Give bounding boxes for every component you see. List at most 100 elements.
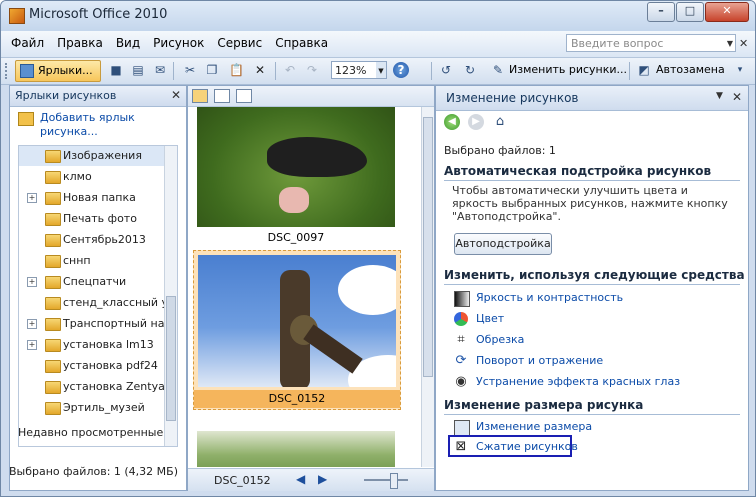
- window-controls: – □ ✕: [646, 2, 749, 22]
- recently-viewed-item[interactable]: Недавно просмотренные: [18, 426, 163, 439]
- menu-picture[interactable]: Рисунок: [153, 36, 204, 50]
- red-eye-link[interactable]: ◉ Устранение эффекта красных глаз: [454, 373, 734, 391]
- chevron-down-icon[interactable]: ▼: [376, 62, 386, 78]
- close-button[interactable]: ✕: [705, 2, 749, 22]
- zoom-slider[interactable]: [364, 473, 408, 489]
- menu-view[interactable]: Вид: [116, 36, 140, 50]
- filmstrip-scrollbar[interactable]: [421, 107, 434, 467]
- tree-item[interactable]: Сентябрь2013: [19, 230, 165, 250]
- auto-correct-button[interactable]: Автоподстройка: [454, 233, 552, 255]
- tree-scrollbar[interactable]: [164, 146, 177, 446]
- menu: Файл Правка Вид Рисунок Сервис Справка: [11, 36, 341, 50]
- tree-item[interactable]: установка Zentyal: [19, 377, 168, 397]
- menu-tools[interactable]: Сервис: [217, 36, 262, 50]
- close-icon[interactable]: ✕: [732, 90, 742, 104]
- zoom-value: 123%: [335, 64, 367, 77]
- undo-icon[interactable]: ↶: [283, 63, 297, 77]
- toolbar-separator: [629, 62, 630, 80]
- folder-icon: [45, 192, 61, 205]
- selected-thumbnail[interactable]: DSC_0152: [193, 250, 401, 410]
- section-divider: [444, 180, 740, 181]
- paste-icon[interactable]: 📋: [229, 63, 244, 77]
- thumbnail-caption: DSC_0152: [194, 390, 400, 408]
- back-icon[interactable]: ◀: [444, 114, 460, 130]
- chevron-down-icon[interactable]: ▼: [716, 91, 723, 101]
- next-icon[interactable]: ▶: [318, 472, 327, 486]
- app-window: Microsoft Office 2010 – □ ✕ Файл Правка …: [0, 0, 756, 497]
- tree-item[interactable]: установка pdf24: [19, 356, 165, 376]
- pane-header: Ярлыки рисунков ✕: [10, 86, 186, 107]
- save-icon[interactable]: ■: [109, 63, 123, 77]
- thumbnail-image[interactable]: [197, 431, 395, 467]
- task-pane-header: Изменение рисунков ▼ ✕: [436, 86, 748, 111]
- slider-handle[interactable]: [390, 473, 398, 489]
- expand-icon[interactable]: +: [27, 319, 37, 329]
- delete-icon[interactable]: ✕: [253, 63, 267, 77]
- status-text: Выбрано файлов: 1 (4,32 МБ): [9, 465, 179, 478]
- single-picture-view-icon[interactable]: [236, 89, 252, 103]
- cut-icon[interactable]: ✂: [183, 63, 197, 77]
- zoom-select[interactable]: 123% ▼: [331, 61, 387, 79]
- shortcuts-button[interactable]: Ярлыки...: [15, 60, 101, 82]
- ask-question-placeholder: Введите вопрос: [571, 37, 664, 50]
- task-pane-nav: ◀ ▶ ⌂: [444, 114, 516, 130]
- tree-item[interactable]: сннп: [19, 251, 165, 271]
- minimize-button[interactable]: –: [647, 2, 675, 22]
- tree-item[interactable]: Печать фото: [19, 209, 165, 229]
- folder-icon: [45, 150, 61, 163]
- view-switcher: [188, 86, 434, 107]
- ask-question-input[interactable]: Введите вопрос ▼: [566, 34, 736, 52]
- auto-adjust-description: Чтобы автоматически улучшить цвета и ярк…: [452, 184, 728, 223]
- thumbnail-image[interactable]: [197, 107, 395, 227]
- eye-icon: ◉: [455, 374, 467, 389]
- rotate-flip-link[interactable]: ⟳ Поворот и отражение: [454, 352, 734, 370]
- tree-item[interactable]: стенд_классный уг: [19, 293, 174, 313]
- autocorrect-button[interactable]: Автозамена: [656, 63, 725, 76]
- tree-item[interactable]: Эртиль_музей: [19, 398, 165, 418]
- maximize-button[interactable]: □: [676, 2, 704, 22]
- rotate-left-icon[interactable]: ↺: [439, 63, 453, 77]
- crop-link[interactable]: ⌗ Обрезка: [454, 331, 734, 349]
- thumbnail-view-icon[interactable]: [192, 89, 208, 103]
- menubar-close-icon[interactable]: ✕: [739, 37, 748, 50]
- task-pane-title: Изменение рисунков: [446, 91, 579, 105]
- compress-pictures-link[interactable]: ⊠ Сжатие рисунков: [454, 438, 734, 456]
- menu-bar: Файл Правка Вид Рисунок Сервис Справка В…: [1, 31, 755, 58]
- chevron-down-icon[interactable]: ▼: [727, 35, 733, 53]
- print-icon[interactable]: ▤: [131, 63, 145, 77]
- scrollbar-thumb[interactable]: [166, 296, 176, 421]
- scrollbar-thumb[interactable]: [423, 117, 433, 377]
- tree-item[interactable]: + Новая папка: [19, 188, 165, 208]
- toolbar-grip[interactable]: [5, 63, 10, 79]
- menu-file[interactable]: Файл: [11, 36, 44, 50]
- help-icon[interactable]: ?: [393, 62, 409, 78]
- close-icon[interactable]: ✕: [171, 88, 181, 102]
- tree-item[interactable]: клмо: [19, 167, 165, 187]
- tree-item[interactable]: + Транспортный нал: [19, 314, 171, 334]
- previous-icon[interactable]: ◀: [296, 472, 305, 486]
- rotate-icon: ⟳: [455, 353, 467, 368]
- copy-icon[interactable]: ❐: [205, 63, 219, 77]
- expand-icon[interactable]: +: [27, 340, 37, 350]
- forward-icon[interactable]: ▶: [468, 114, 484, 130]
- home-icon[interactable]: ⌂: [492, 114, 508, 130]
- edit-pictures-button[interactable]: Изменить рисунки...: [509, 63, 627, 76]
- expand-icon[interactable]: +: [27, 277, 37, 287]
- tree-item[interactable]: + установка lm13: [19, 335, 165, 355]
- rotate-right-icon[interactable]: ↻: [463, 63, 477, 77]
- resize-link[interactable]: Изменение размера: [454, 418, 734, 436]
- thumbnail-list: DSC_0097 DSC_0152: [188, 107, 420, 467]
- filmstrip-view-icon[interactable]: [214, 89, 230, 103]
- redo-icon[interactable]: ↷: [305, 63, 319, 77]
- autocorrect-icon: ◩: [638, 63, 650, 77]
- brightness-contrast-link[interactable]: Яркость и контрастность: [454, 289, 734, 307]
- menu-edit[interactable]: Правка: [57, 36, 103, 50]
- expand-icon[interactable]: +: [27, 193, 37, 203]
- toolbar-options-icon[interactable]: ▾: [733, 63, 747, 77]
- menu-help[interactable]: Справка: [275, 36, 328, 50]
- tree-item[interactable]: + Спецпатчи: [19, 272, 165, 292]
- folder-icon: [45, 339, 61, 352]
- tree-item[interactable]: Изображения: [19, 146, 165, 166]
- color-link[interactable]: Цвет: [454, 310, 734, 328]
- email-icon[interactable]: ✉: [153, 63, 167, 77]
